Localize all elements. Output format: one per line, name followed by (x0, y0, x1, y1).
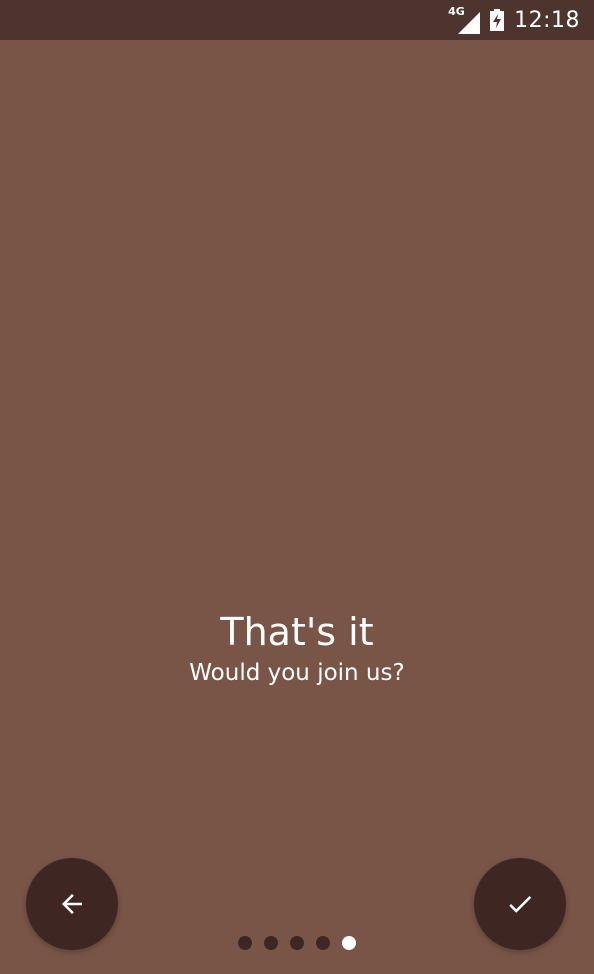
slide-title: That's it (220, 610, 374, 654)
signal-icon (458, 12, 481, 34)
status-bar: 4G 12:18 (0, 0, 594, 40)
page-indicator (0, 936, 594, 950)
signal-indicator: 4G (448, 4, 481, 36)
page-indicator-dot[interactable] (316, 936, 330, 950)
clock: 12:18 (514, 7, 580, 33)
page-indicator-dot[interactable] (238, 936, 252, 950)
arrow-left-icon (62, 894, 82, 914)
page-indicator-dot[interactable] (264, 936, 278, 950)
battery-icon (490, 9, 505, 31)
check-icon (509, 895, 532, 913)
page-indicator-dot[interactable] (342, 936, 356, 950)
slide-subtitle: Would you join us? (189, 660, 405, 686)
page-indicator-dot[interactable] (290, 936, 304, 950)
status-icons: 4G 12:18 (448, 0, 580, 40)
intro-slide: That's it Would you join us? (0, 40, 594, 974)
